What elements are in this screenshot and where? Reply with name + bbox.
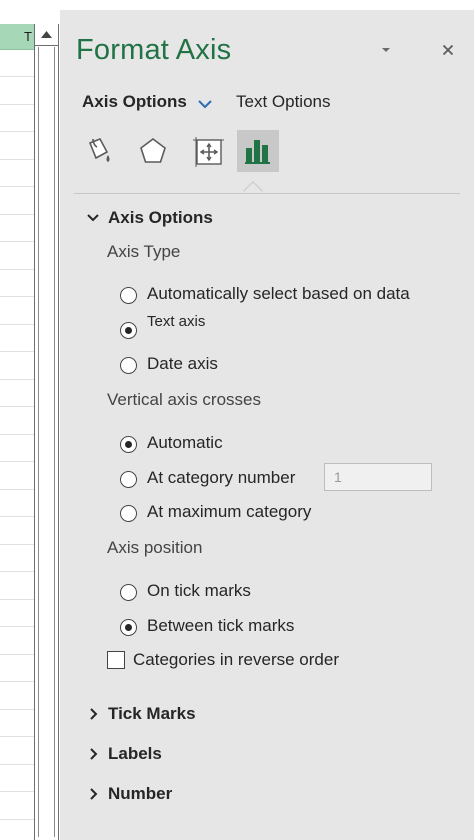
radio-circle bbox=[120, 471, 137, 488]
chevron-down-icon bbox=[382, 48, 390, 52]
radio-circle bbox=[120, 505, 137, 522]
fill-line-icon bbox=[88, 137, 110, 162]
row-gridline bbox=[0, 544, 34, 545]
scroll-thumb[interactable] bbox=[38, 47, 55, 837]
vertical-scrollbar[interactable] bbox=[34, 24, 59, 840]
pane-divider bbox=[74, 193, 460, 194]
triangle-up-icon bbox=[41, 31, 52, 38]
row-gridline bbox=[0, 434, 34, 435]
row-gridline bbox=[0, 104, 34, 105]
row-gridline bbox=[0, 791, 34, 792]
chevron-right-icon bbox=[90, 708, 98, 720]
row-gridline bbox=[0, 709, 34, 710]
category-number-input[interactable]: 1 bbox=[324, 463, 432, 491]
row-gridline bbox=[0, 626, 34, 627]
checkbox-box bbox=[107, 651, 125, 669]
format-axis-pane: Format Axis Axis Options Text Options Ax… bbox=[60, 10, 474, 840]
pane-options-button[interactable] bbox=[376, 40, 396, 60]
selected-tab-pointer bbox=[243, 181, 263, 201]
row-gridline bbox=[0, 654, 34, 655]
row-gridline bbox=[0, 516, 34, 517]
column-header-selected[interactable]: T bbox=[0, 24, 34, 50]
section-title: Number bbox=[108, 784, 173, 803]
size-properties-icon bbox=[193, 137, 224, 167]
axis-type-label: Axis Type bbox=[107, 242, 181, 261]
radio-circle bbox=[120, 287, 137, 304]
chevron-down-icon bbox=[87, 214, 99, 222]
radio-label: On tick marks bbox=[147, 581, 251, 600]
row-gridline bbox=[0, 131, 34, 132]
chevron-right-icon bbox=[90, 748, 98, 760]
radio-circle-selected bbox=[120, 619, 137, 636]
row-gridline bbox=[0, 324, 34, 325]
radio-label: Automatic bbox=[147, 433, 223, 452]
row-gridline bbox=[0, 571, 34, 572]
row-gridline bbox=[0, 76, 34, 77]
row-gridline bbox=[0, 461, 34, 462]
scroll-up-button[interactable] bbox=[35, 24, 58, 46]
radio-label: Date axis bbox=[147, 354, 218, 373]
fill-line-tab[interactable] bbox=[76, 130, 118, 172]
radio-circle bbox=[120, 357, 137, 374]
row-gridline bbox=[0, 736, 34, 737]
sheet-top-area bbox=[0, 0, 34, 24]
section-title: Tick Marks bbox=[108, 704, 196, 723]
row-gridline bbox=[0, 159, 34, 160]
row-gridline bbox=[0, 599, 34, 600]
pane-close-button[interactable] bbox=[438, 40, 458, 60]
row-gridline bbox=[0, 681, 34, 682]
section-title: Labels bbox=[108, 744, 162, 763]
row-gridline bbox=[0, 186, 34, 187]
radio-label: Between tick marks bbox=[147, 616, 295, 635]
radio-label: Text axis bbox=[147, 313, 206, 330]
chevron-down-icon bbox=[198, 100, 212, 109]
vertical-axis-crosses-label: Vertical axis crosses bbox=[107, 390, 261, 409]
axis-options-chart-tab[interactable] bbox=[237, 130, 279, 172]
section-title: Axis Options bbox=[108, 208, 213, 227]
column-header-label: T bbox=[24, 29, 32, 44]
tab-text-options[interactable]: Text Options bbox=[236, 92, 331, 112]
radio-label: Automatically select based on data bbox=[147, 284, 410, 303]
row-gridline bbox=[0, 296, 34, 297]
checkbox-label: Categories in reverse order bbox=[133, 650, 339, 669]
row-gridline bbox=[0, 241, 34, 242]
row-gridline bbox=[0, 819, 34, 820]
radio-circle-selected bbox=[120, 436, 137, 453]
pane-title: Format Axis bbox=[76, 34, 232, 66]
effects-tab[interactable] bbox=[132, 130, 174, 172]
chevron-right-icon bbox=[90, 788, 98, 800]
close-icon bbox=[442, 44, 454, 56]
effects-pentagon-icon bbox=[140, 138, 166, 163]
row-gridline bbox=[0, 379, 34, 380]
row-gridline bbox=[0, 214, 34, 215]
spreadsheet-grid[interactable]: T bbox=[0, 0, 34, 840]
row-gridline bbox=[0, 269, 34, 270]
row-gridline bbox=[0, 764, 34, 765]
radio-circle-selected bbox=[120, 322, 137, 339]
radio-label: At maximum category bbox=[147, 502, 312, 521]
radio-label: At category number bbox=[147, 468, 296, 487]
row-gridline bbox=[0, 489, 34, 490]
row-gridline bbox=[0, 351, 34, 352]
radio-circle bbox=[120, 584, 137, 601]
axis-options-chart-icon bbox=[245, 140, 270, 164]
axis-position-label: Axis position bbox=[107, 538, 203, 557]
excel-window: T Format Axis Axis Options Text Options … bbox=[0, 0, 474, 840]
row-gridline bbox=[0, 406, 34, 407]
size-properties-tab[interactable] bbox=[187, 130, 229, 172]
axis-options-dropdown[interactable] bbox=[197, 96, 213, 114]
tab-axis-options[interactable]: Axis Options bbox=[82, 92, 187, 112]
